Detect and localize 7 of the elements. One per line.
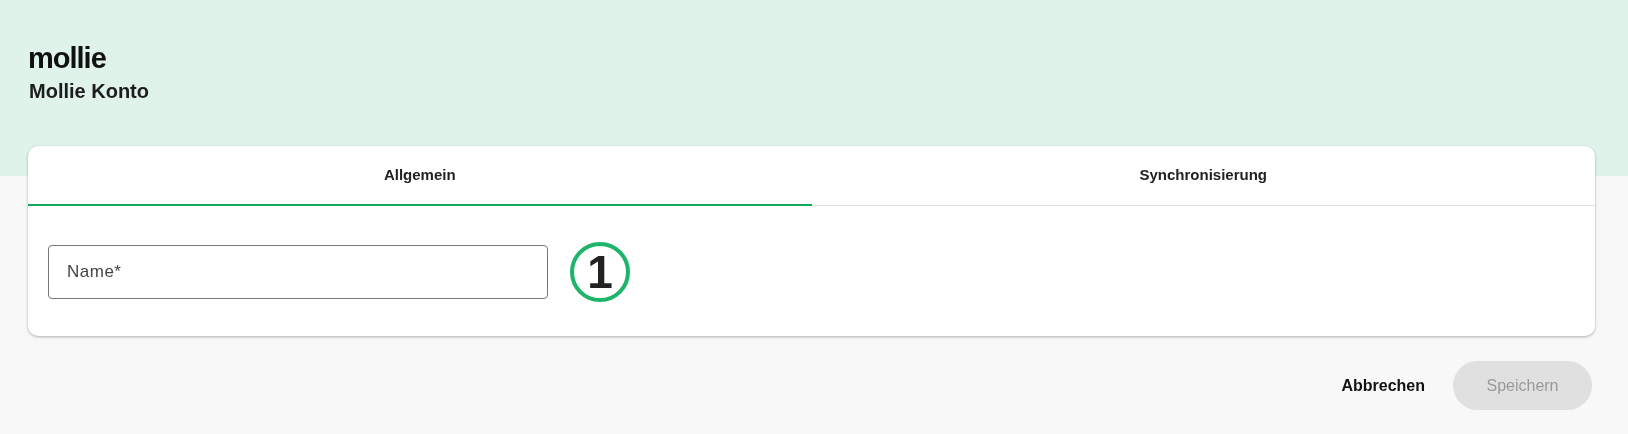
name-field[interactable]: Name* <box>48 245 548 299</box>
logo: mollie <box>28 44 106 73</box>
tab[interactable]: Synchronisierung <box>811 146 1595 206</box>
cancel-button[interactable]: Abbrechen <box>1341 373 1425 398</box>
step-marker: 1 <box>570 242 630 302</box>
page-title: Mollie Konto <box>29 79 149 103</box>
tab[interactable]: Allgemein <box>28 146 812 206</box>
